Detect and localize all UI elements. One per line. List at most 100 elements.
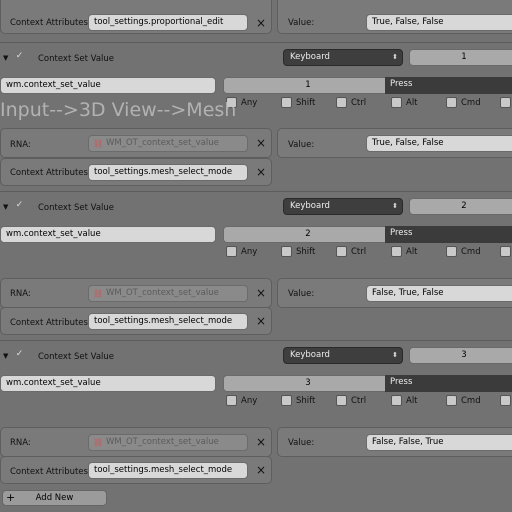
rna-value: WM_OT_context_set_value xyxy=(106,437,219,447)
context-attributes-field[interactable]: tool_settings.mesh_select_mode xyxy=(88,313,248,330)
disclosure-triangle-icon[interactable]: ▼ xyxy=(3,352,8,360)
modifier-alt-label: Alt xyxy=(406,396,418,406)
add-new-button[interactable]: + Add New xyxy=(2,490,107,506)
modifier-shift-checkbox[interactable] xyxy=(281,246,292,257)
enable-checkbox[interactable]: ✓ xyxy=(14,201,25,212)
modifier-any-checkbox[interactable] xyxy=(226,246,237,257)
modifier-cmd-label: Cmd xyxy=(461,247,481,257)
disclosure-triangle-icon[interactable]: ▼ xyxy=(3,54,8,62)
modifier-ctrl-checkbox[interactable] xyxy=(336,395,347,406)
modifier-alt-label: Alt xyxy=(406,247,418,257)
modifier-any-checkbox[interactable] xyxy=(226,395,237,406)
modifier-alt-checkbox[interactable] xyxy=(391,246,402,257)
keymap-item-title[interactable]: Context Set Value xyxy=(38,203,114,213)
modifier-ctrl-label: Ctrl xyxy=(351,396,367,406)
key-modifier-field[interactable] xyxy=(500,97,511,108)
modifier-cmd-checkbox[interactable] xyxy=(446,246,457,257)
context-attributes-label: Context Attributes: xyxy=(10,168,91,178)
keymap-item-title[interactable]: Context Set Value xyxy=(38,352,114,362)
rna-icon: ⛓ xyxy=(93,438,104,447)
value-label: Value: xyxy=(288,140,315,150)
modifier-ctrl-label: Ctrl xyxy=(351,98,367,108)
modifier-any-label: Any xyxy=(241,396,258,406)
modifier-cmd-checkbox[interactable] xyxy=(446,395,457,406)
modifier-cmd-checkbox[interactable] xyxy=(446,97,457,108)
divider xyxy=(0,42,512,43)
context-attributes-label: Context Attributes: xyxy=(10,318,91,328)
close-icon[interactable]: × xyxy=(254,136,268,150)
event-type-dropdown[interactable]: Keyboard ⬍ xyxy=(283,198,403,215)
modifier-shift-label: Shift xyxy=(296,247,316,257)
close-icon[interactable]: × xyxy=(254,16,268,30)
modifier-any-label: Any xyxy=(241,98,258,108)
press-value-dropdown[interactable]: Press xyxy=(385,226,512,243)
context-attributes-field[interactable]: tool_settings.mesh_select_mode xyxy=(88,164,248,181)
enable-checkbox[interactable]: ✓ xyxy=(14,52,25,63)
close-icon[interactable]: × xyxy=(254,463,268,477)
divider xyxy=(0,340,512,341)
operator-idname-field[interactable]: wm.context_set_value xyxy=(0,226,216,243)
modifier-shift-label: Shift xyxy=(296,396,316,406)
close-icon[interactable]: × xyxy=(254,165,268,179)
modifier-ctrl-checkbox[interactable] xyxy=(336,97,347,108)
top-value-label: Value: xyxy=(288,18,315,28)
key-field[interactable]: 2 xyxy=(223,226,393,243)
modifier-cmd-label: Cmd xyxy=(461,98,481,108)
updown-arrows-icon: ⬍ xyxy=(392,202,398,210)
operator-idname-field[interactable]: wm.context_set_value xyxy=(0,375,216,392)
add-new-label: Add New xyxy=(35,493,74,503)
event-type-label: Keyboard xyxy=(290,350,330,360)
event-type-dropdown[interactable]: Keyboard ⬍ xyxy=(283,49,403,66)
close-icon[interactable]: × xyxy=(254,435,268,449)
modifier-any-label: Any xyxy=(241,247,258,257)
modifier-alt-label: Alt xyxy=(406,98,418,108)
keymap-item-title[interactable]: Context Set Value xyxy=(38,54,114,64)
value-label: Value: xyxy=(288,438,315,448)
press-value-dropdown[interactable]: Press xyxy=(385,375,512,392)
rna-label: RNA: xyxy=(10,140,31,150)
modifier-alt-checkbox[interactable] xyxy=(391,395,402,406)
divider xyxy=(0,191,512,192)
key-modifier-field[interactable] xyxy=(500,395,511,406)
key-number-field[interactable]: 3 xyxy=(409,347,512,364)
plus-icon: + xyxy=(6,491,16,504)
event-type-dropdown[interactable]: Keyboard ⬍ xyxy=(283,347,403,364)
updown-arrows-icon: ⬍ xyxy=(392,351,398,359)
value-label: Value: xyxy=(288,289,315,299)
modifier-ctrl-label: Ctrl xyxy=(351,247,367,257)
overlay-breadcrumb-text: Input-->3D View-->Mesh xyxy=(0,99,237,121)
event-type-label: Keyboard xyxy=(290,52,330,62)
rna-field: ⛓ WM_OT_context_set_value xyxy=(88,285,248,302)
key-number-field[interactable]: 2 xyxy=(409,198,512,215)
rna-icon: ⛓ xyxy=(93,139,104,148)
event-type-label: Keyboard xyxy=(290,201,330,211)
rna-label: RNA: xyxy=(10,289,31,299)
top-context-attributes-field[interactable]: tool_settings.proportional_edit xyxy=(88,14,248,31)
value-field[interactable]: False, True, False xyxy=(366,285,512,302)
disclosure-triangle-icon[interactable]: ▼ xyxy=(3,203,8,211)
key-number-field[interactable]: 1 xyxy=(409,49,512,66)
key-field[interactable]: 3 xyxy=(223,375,393,392)
modifier-ctrl-checkbox[interactable] xyxy=(336,246,347,257)
modifier-alt-checkbox[interactable] xyxy=(391,97,402,108)
value-field[interactable]: True, False, False xyxy=(366,135,512,152)
modifier-shift-checkbox[interactable] xyxy=(281,395,292,406)
enable-checkbox[interactable]: ✓ xyxy=(14,350,25,361)
top-value-field[interactable]: True, False, False xyxy=(366,14,512,31)
operator-idname-field[interactable]: wm.context_set_value xyxy=(0,77,216,94)
key-modifier-field[interactable] xyxy=(500,246,511,257)
context-attributes-field[interactable]: tool_settings.mesh_select_mode xyxy=(88,462,248,479)
close-icon[interactable]: × xyxy=(254,314,268,328)
rna-icon: ⛓ xyxy=(93,289,104,298)
value-field[interactable]: False, False, True xyxy=(366,434,512,451)
key-field[interactable]: 1 xyxy=(223,77,393,94)
modifier-shift-checkbox[interactable] xyxy=(281,97,292,108)
top-context-attributes-label: Context Attributes: xyxy=(10,18,91,28)
rna-value: WM_OT_context_set_value xyxy=(106,138,219,148)
modifier-shift-label: Shift xyxy=(296,98,316,108)
press-value-dropdown[interactable]: Press xyxy=(385,77,512,94)
rna-value: WM_OT_context_set_value xyxy=(106,288,219,298)
context-attributes-label: Context Attributes: xyxy=(10,467,91,477)
close-icon[interactable]: × xyxy=(254,286,268,300)
rna-field: ⛓ WM_OT_context_set_value xyxy=(88,135,248,152)
